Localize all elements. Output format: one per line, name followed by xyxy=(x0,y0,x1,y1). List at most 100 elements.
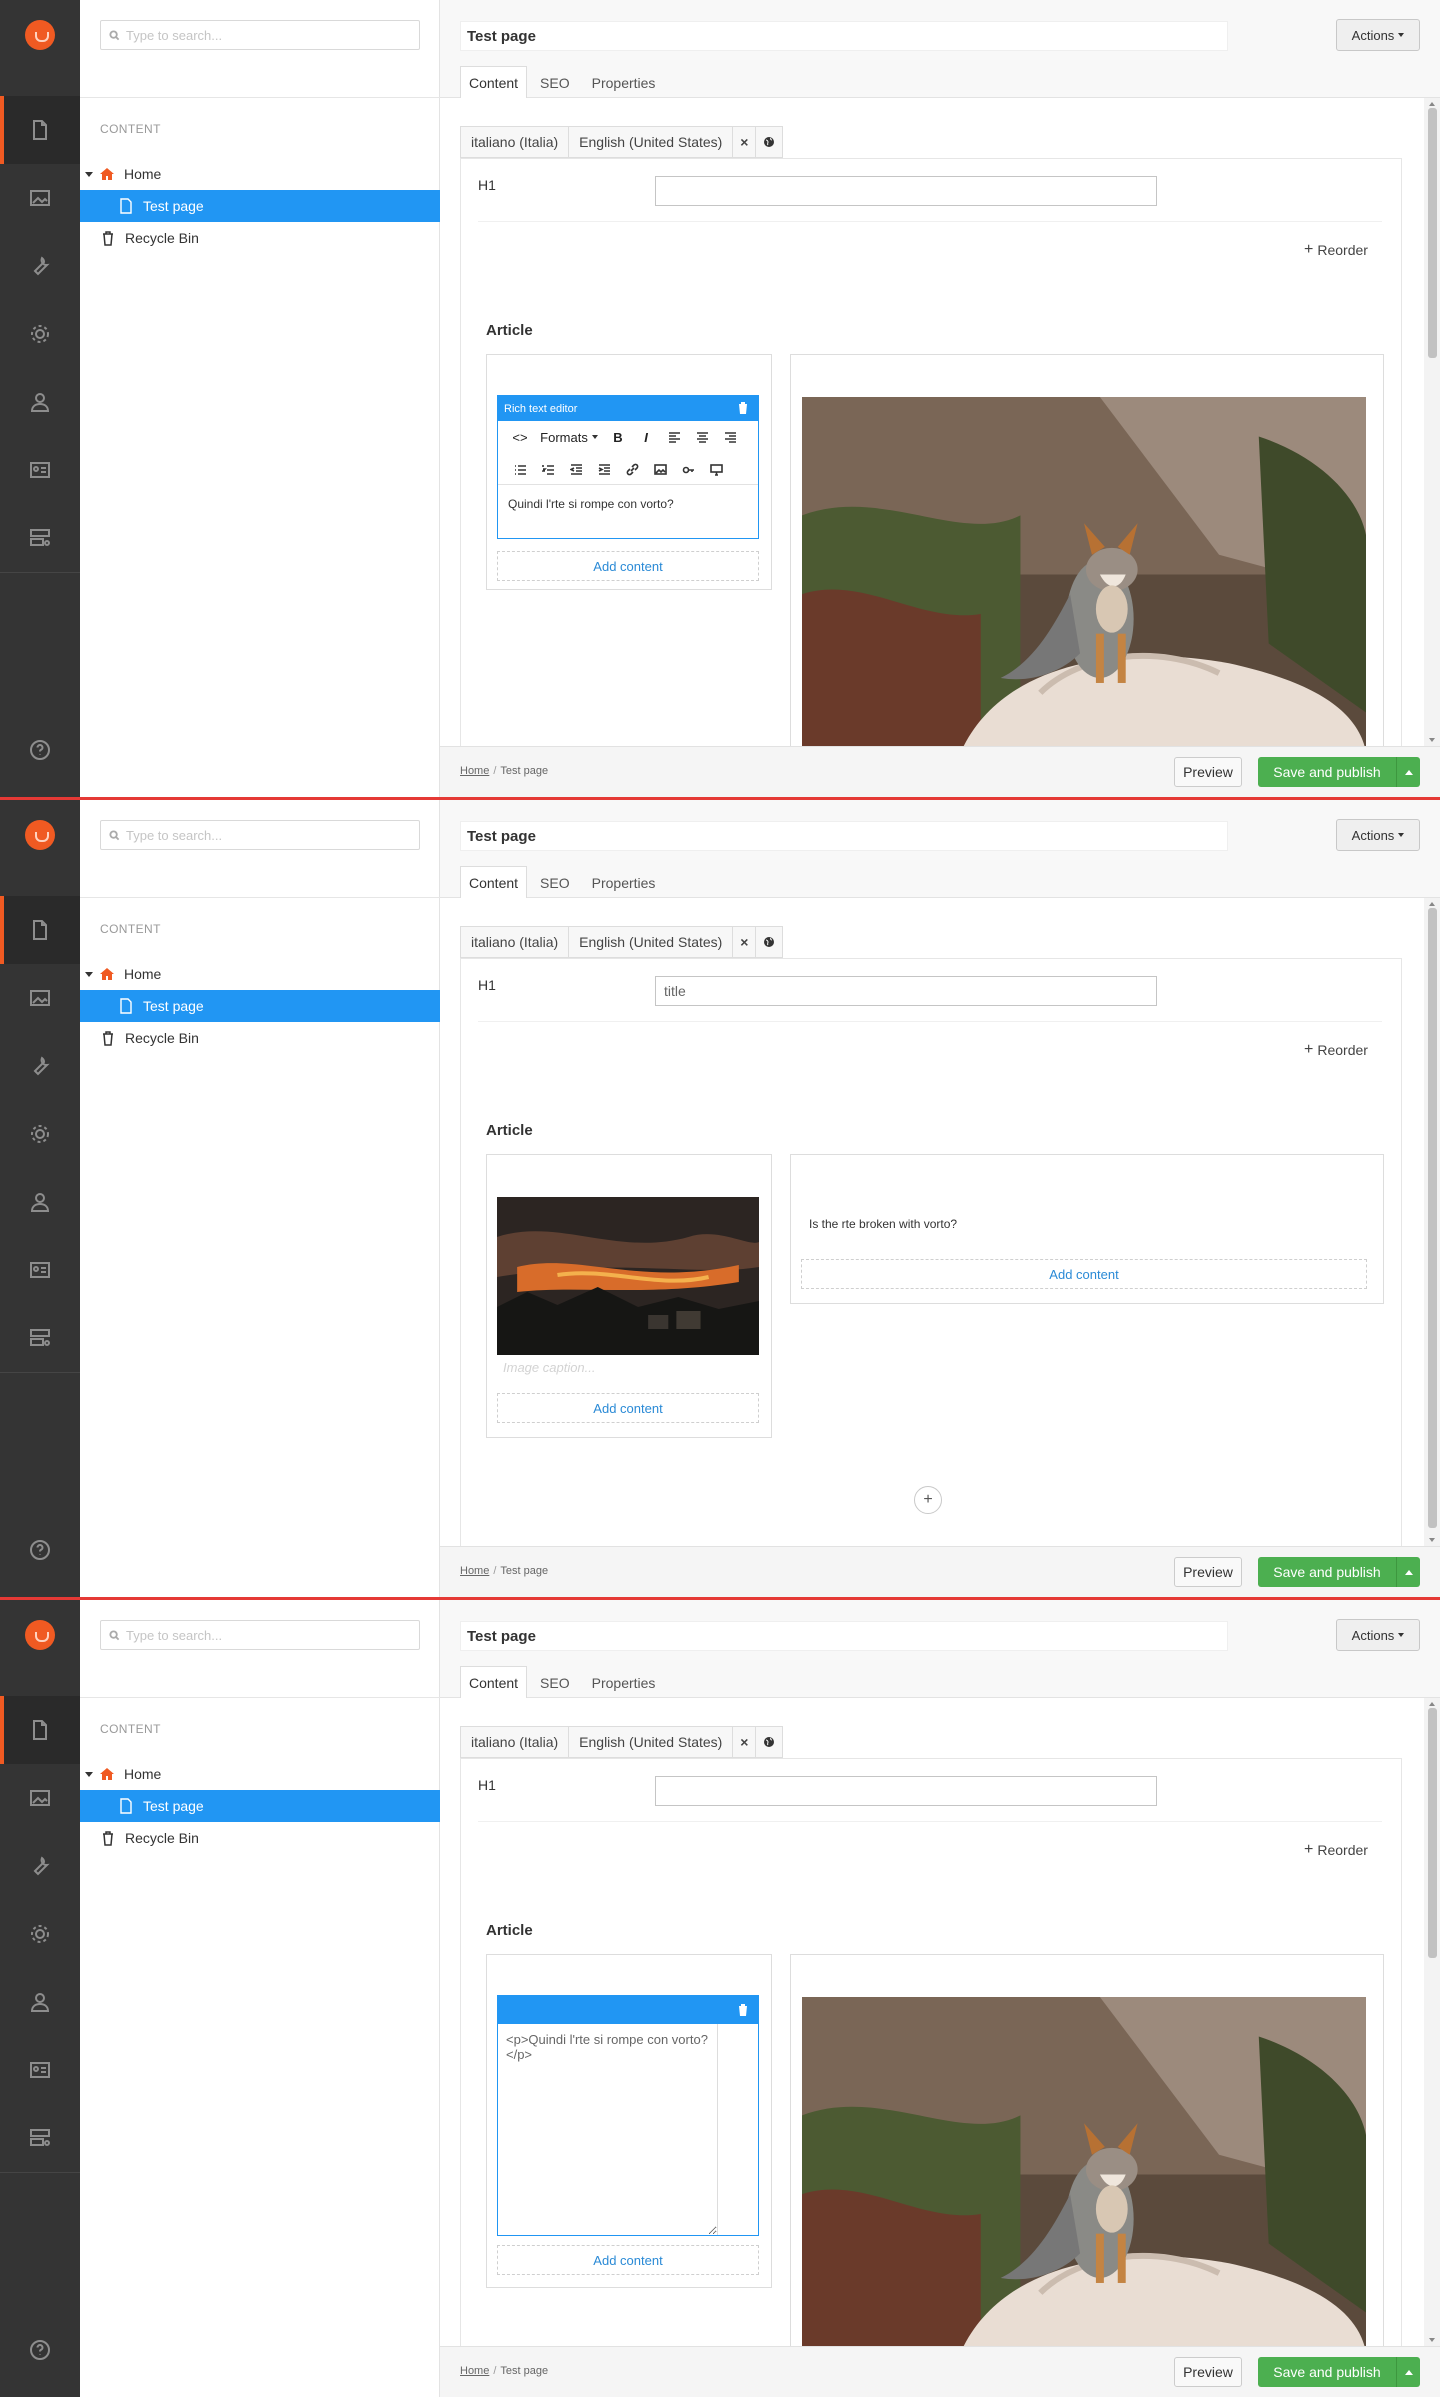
actions-button[interactable]: Actions xyxy=(1336,1619,1420,1651)
tree-search-input[interactable] xyxy=(126,27,406,43)
scroll-up-icon[interactable] xyxy=(1429,902,1435,906)
breadcrumb-home-link[interactable]: Home xyxy=(460,2365,489,2377)
close-icon[interactable]: × xyxy=(732,126,757,158)
add-content-button[interactable]: Add content xyxy=(497,1393,759,1423)
align-left-icon[interactable] xyxy=(660,431,688,444)
developer-section-icon[interactable] xyxy=(0,232,80,300)
content-section-icon[interactable] xyxy=(0,896,80,964)
preview-button[interactable]: Preview xyxy=(1174,1557,1242,1587)
embed-icon[interactable] xyxy=(702,463,730,476)
raw-html-editor[interactable]: <p>Quindi l'rte si rompe con vorto?</p> xyxy=(497,1995,759,2236)
lang-tab-english[interactable]: English (United States) xyxy=(568,926,734,958)
globe-icon[interactable] xyxy=(755,126,784,158)
align-right-icon[interactable] xyxy=(716,431,744,444)
outdent-icon[interactable] xyxy=(562,463,590,476)
scrollbar-thumb[interactable] xyxy=(1428,908,1437,1528)
add-content-button[interactable]: Add content xyxy=(801,1259,1367,1289)
rte-content[interactable]: Quindi l'rte si rompe con vorto? xyxy=(498,485,758,523)
numbered-list-icon[interactable] xyxy=(534,463,562,476)
bullet-list-icon[interactable] xyxy=(506,463,534,476)
expand-caret-icon[interactable] xyxy=(85,171,93,177)
h1-input[interactable] xyxy=(655,1776,1157,1806)
add-row-plus-icon[interactable]: + xyxy=(914,1486,942,1514)
content-section-icon[interactable] xyxy=(0,1696,80,1764)
help-icon[interactable] xyxy=(0,2330,80,2370)
tab-properties[interactable]: Properties xyxy=(583,1666,665,1698)
add-content-button[interactable]: Add content xyxy=(497,551,759,581)
close-icon[interactable]: × xyxy=(732,1726,757,1758)
developer-section-icon[interactable] xyxy=(0,1832,80,1900)
media-section-icon[interactable] xyxy=(0,1764,80,1832)
content-section-icon[interactable] xyxy=(0,96,80,164)
tree-item-test-page[interactable]: Test page xyxy=(80,990,440,1022)
tree-search-input[interactable] xyxy=(126,827,406,843)
globe-icon[interactable] xyxy=(755,1726,784,1758)
preview-button[interactable]: Preview xyxy=(1174,757,1242,787)
tree-search-box[interactable] xyxy=(100,1620,420,1650)
settings-section-icon[interactable] xyxy=(0,300,80,368)
h1-input[interactable]: title xyxy=(655,976,1157,1006)
umbraco-logo[interactable] xyxy=(25,820,55,850)
tree-search-input[interactable] xyxy=(126,1627,406,1643)
expand-caret-icon[interactable] xyxy=(85,1771,93,1777)
reorder-button[interactable]: + Reorder xyxy=(1304,1841,1368,1859)
italic-button[interactable]: I xyxy=(632,430,660,445)
breadcrumb-home-link[interactable]: Home xyxy=(460,1565,489,1577)
scroll-down-icon[interactable] xyxy=(1429,2338,1435,2342)
tree-item-recycle-bin[interactable]: Recycle Bin xyxy=(80,1022,440,1054)
source-code-icon[interactable]: <> xyxy=(506,430,534,445)
actions-button[interactable]: Actions xyxy=(1336,819,1420,851)
page-name-input[interactable]: Test page xyxy=(460,821,1228,851)
macro-icon[interactable] xyxy=(674,463,702,476)
scrollbar[interactable] xyxy=(1424,898,1440,1546)
align-center-icon[interactable] xyxy=(688,431,716,444)
fox-image[interactable] xyxy=(802,397,1366,746)
trash-icon[interactable] xyxy=(738,402,748,414)
help-icon[interactable] xyxy=(0,730,80,770)
reorder-button[interactable]: + Reorder xyxy=(1304,241,1368,259)
tab-seo[interactable]: SEO xyxy=(531,1666,579,1698)
tree-item-recycle-bin[interactable]: Recycle Bin xyxy=(80,222,440,254)
html-source-textarea[interactable]: <p>Quindi l'rte si rompe con vorto?</p> xyxy=(498,2024,718,2235)
tab-seo[interactable]: SEO xyxy=(531,66,579,98)
tree-item-home[interactable]: Home xyxy=(80,958,440,990)
tab-properties[interactable]: Properties xyxy=(583,866,665,898)
scrollbar[interactable] xyxy=(1424,1698,1440,2346)
tab-content[interactable]: Content xyxy=(460,1666,528,1699)
scrollbar-thumb[interactable] xyxy=(1428,108,1437,358)
image-icon[interactable] xyxy=(646,463,674,476)
sunset-image[interactable] xyxy=(497,1197,759,1358)
reorder-button[interactable]: + Reorder xyxy=(1304,1041,1368,1059)
users-section-icon[interactable] xyxy=(0,1168,80,1236)
lang-tab-italian[interactable]: italiano (Italia) xyxy=(460,926,570,958)
breadcrumb-home-link[interactable]: Home xyxy=(460,765,489,777)
page-name-input[interactable]: Test page xyxy=(460,1621,1228,1651)
help-icon[interactable] xyxy=(0,1530,80,1570)
tree-item-home[interactable]: Home xyxy=(80,1758,440,1790)
indent-icon[interactable] xyxy=(590,463,618,476)
save-and-publish-button[interactable]: Save and publish xyxy=(1258,1557,1420,1587)
image-caption-field[interactable]: Image caption... xyxy=(503,1360,596,1375)
bold-button[interactable]: B xyxy=(604,430,632,445)
tree-search-box[interactable] xyxy=(100,820,420,850)
developer-section-icon[interactable] xyxy=(0,1032,80,1100)
umbraco-logo[interactable] xyxy=(25,1620,55,1650)
lang-tab-italian[interactable]: italiano (Italia) xyxy=(460,1726,570,1758)
publish-options-button[interactable] xyxy=(1396,757,1420,787)
tree-item-home[interactable]: Home xyxy=(80,158,440,190)
rich-text-editor[interactable]: Rich text editor <> Formats B I Quindi l… xyxy=(497,395,759,539)
scroll-down-icon[interactable] xyxy=(1429,738,1435,742)
expand-caret-icon[interactable] xyxy=(85,971,93,977)
tree-item-test-page[interactable]: Test page xyxy=(80,190,440,222)
trash-icon[interactable] xyxy=(738,2004,748,2016)
add-content-button[interactable]: Add content xyxy=(497,2245,759,2275)
members-section-icon[interactable] xyxy=(0,2036,80,2104)
h1-input[interactable] xyxy=(655,176,1157,206)
media-section-icon[interactable] xyxy=(0,164,80,232)
publish-options-button[interactable] xyxy=(1396,1557,1420,1587)
save-and-publish-button[interactable]: Save and publish xyxy=(1258,2357,1420,2387)
members-section-icon[interactable] xyxy=(0,1236,80,1304)
scroll-down-icon[interactable] xyxy=(1429,1538,1435,1542)
tree-search-box[interactable] xyxy=(100,20,420,50)
page-name-input[interactable]: Test page xyxy=(460,21,1228,51)
